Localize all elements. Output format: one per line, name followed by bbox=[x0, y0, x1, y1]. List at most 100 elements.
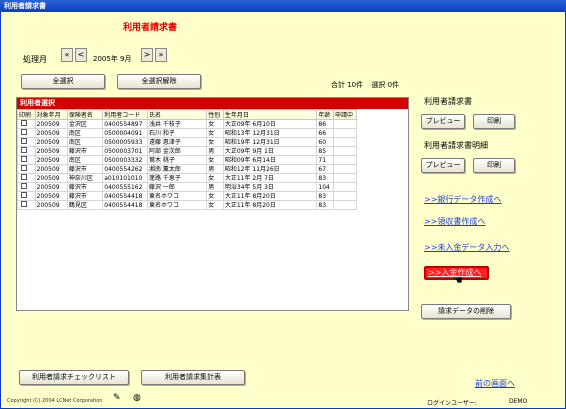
prev-month-button[interactable]: < bbox=[75, 48, 87, 62]
form-client-area: 利用者請求書 処理月 « < 2005年 9月 > » 全選択 全選択解除 合計… bbox=[0, 12, 566, 409]
cell-user-code: 0500005933 bbox=[102, 137, 148, 147]
cell-age: 104 bbox=[316, 182, 335, 192]
cell-birthdate: 大正09年 6月10日 bbox=[222, 119, 318, 129]
cell-name: 湘南 薫太郎 bbox=[146, 164, 208, 174]
print-checkbox[interactable] bbox=[21, 192, 27, 198]
print-checkbox[interactable] bbox=[21, 147, 27, 153]
print-checkbox[interactable] bbox=[21, 120, 27, 126]
table-row[interactable]: 200509 神奈川区 a010101010 蓬路 千恵子女大正11年 2月 7日 83 bbox=[17, 173, 357, 183]
col-header-pending: 申請中 bbox=[333, 109, 357, 120]
table-row[interactable]: 200509 南区 0500004091 石川 和子女昭和13年 12月31日 66 bbox=[17, 128, 357, 138]
cell-insurer: 神奈川区 bbox=[66, 173, 104, 183]
processing-month-label: 処理月 bbox=[23, 55, 47, 64]
cell-print[interactable] bbox=[17, 155, 36, 165]
table-row[interactable]: 200509 鶴見区 0400554418 東名ホワコ女大正11年 8月20日 83 bbox=[17, 200, 357, 210]
cell-print[interactable] bbox=[17, 173, 36, 183]
cell-age: 85 bbox=[316, 146, 335, 156]
cell-period: 200509 bbox=[34, 164, 68, 174]
cell-sex: 女 bbox=[206, 191, 224, 201]
cell-birthdate: 昭和09年 6月14日 bbox=[222, 155, 318, 165]
delete-billing-data-button[interactable]: 請求データの削除 bbox=[421, 304, 511, 319]
back-link[interactable]: 前の画面へ bbox=[475, 378, 515, 389]
table-row[interactable]: 200509 藤沢市 0400554418 東名ホワコ女大正11年 8月20日 83 bbox=[17, 191, 357, 201]
cell-sex: 女 bbox=[206, 173, 224, 183]
select-all-button[interactable]: 全選択 bbox=[21, 74, 105, 89]
cell-print[interactable] bbox=[17, 164, 36, 174]
print-checkbox[interactable] bbox=[21, 174, 27, 180]
print-checkbox[interactable] bbox=[21, 156, 27, 162]
print-checkbox[interactable] bbox=[21, 138, 27, 144]
cell-insurer: 藤沢市 bbox=[66, 191, 104, 201]
receipt-link[interactable]: >>領収書作成へ bbox=[424, 216, 485, 227]
invoice-print-button[interactable]: 印刷 bbox=[473, 114, 515, 129]
summary-table-button[interactable]: 利用者請求集計表 bbox=[141, 370, 245, 385]
cell-print[interactable] bbox=[17, 191, 36, 201]
table-header-row: 印刷 対象年月 保険者名 利用者コード 氏名 性別 生年月日 年齢 申請中 bbox=[17, 109, 357, 120]
hand-cursor-icon: ☚ bbox=[453, 274, 463, 287]
cell-user-code: 0500004091 bbox=[102, 128, 148, 138]
detail-preview-button[interactable]: プレビュー bbox=[421, 158, 465, 173]
cell-insurer: 南区 bbox=[66, 137, 104, 147]
cell-pending bbox=[333, 182, 357, 192]
unpaid-entry-link[interactable]: >>未入金データ入力へ bbox=[424, 242, 509, 253]
invoice-preview-button[interactable]: プレビュー bbox=[421, 114, 465, 129]
table-row[interactable]: 200509 藤沢市 0400554262 湘南 薫太郎男昭和12年 11月26日 67 bbox=[17, 164, 357, 174]
cell-print[interactable] bbox=[17, 137, 36, 147]
cell-user-code: 0400554262 bbox=[102, 164, 148, 174]
cell-period: 200509 bbox=[34, 155, 68, 165]
cell-pending bbox=[333, 137, 357, 147]
login-user-label: ログインユーザー: bbox=[427, 400, 477, 407]
cell-insurer: 鶴見区 bbox=[66, 200, 104, 210]
cell-age: 67 bbox=[316, 164, 335, 174]
print-checkbox[interactable] bbox=[21, 129, 27, 135]
print-checkbox[interactable] bbox=[21, 201, 27, 207]
cell-period: 200509 bbox=[34, 146, 68, 156]
cell-user-code: 0400554897 bbox=[102, 119, 148, 129]
table-row[interactable]: 200509 金沢区 0400554897 浅井 千枝子女大正09年 6月10日 86 bbox=[17, 119, 357, 129]
col-header-insurer: 保険者名 bbox=[66, 109, 104, 120]
cell-pending bbox=[333, 173, 357, 183]
selection-summary: 合計 10件 選択 0件 bbox=[331, 80, 399, 90]
cell-name: 蓬路 千恵子 bbox=[146, 173, 208, 183]
next-month-button[interactable]: > bbox=[141, 48, 153, 62]
cell-name: 遠藤 惠津子 bbox=[146, 137, 208, 147]
cell-birthdate: 大正11年 8月20日 bbox=[222, 200, 318, 210]
cell-pending bbox=[333, 191, 357, 201]
cell-pending bbox=[333, 119, 357, 129]
cell-sex: 女 bbox=[206, 119, 224, 129]
table-row[interactable]: 200509 南区 0500003332 鷲木 桃子女昭和09年 6月14日 71 bbox=[17, 155, 357, 165]
detail-print-button[interactable]: 印刷 bbox=[473, 158, 515, 173]
cell-print[interactable] bbox=[17, 128, 36, 138]
cell-pending bbox=[333, 128, 357, 138]
cell-insurer: 金沢区 bbox=[66, 119, 104, 129]
cell-sex: 女 bbox=[206, 128, 224, 138]
cell-name: 鷲木 桃子 bbox=[146, 155, 208, 165]
print-checkbox[interactable] bbox=[21, 183, 27, 189]
processing-month-value: 2005年 9月 bbox=[93, 55, 132, 63]
copyright-text: Copyright (C) 2004 LCNet Corporation bbox=[7, 398, 103, 404]
cell-pending bbox=[333, 200, 357, 210]
grid-title: 利用者選択 bbox=[17, 98, 408, 109]
cell-sex: 男 bbox=[206, 146, 224, 156]
cell-print[interactable] bbox=[17, 200, 36, 210]
deselect-all-button[interactable]: 全選択解除 bbox=[117, 74, 201, 89]
cell-print[interactable] bbox=[17, 119, 36, 129]
cell-period: 200509 bbox=[34, 191, 68, 201]
table-row[interactable]: 200509 藤沢市 0400555162 藤沢 一郎男明治34年 5月 3日 104 bbox=[17, 182, 357, 192]
total-count: 合計 10件 bbox=[331, 81, 364, 89]
col-header-name: 氏名 bbox=[146, 109, 208, 120]
cell-age: 83 bbox=[316, 173, 335, 183]
print-checkbox[interactable] bbox=[21, 165, 27, 171]
first-month-button[interactable]: « bbox=[61, 48, 73, 62]
cell-period: 200509 bbox=[34, 128, 68, 138]
cell-birthdate: 大正09年 9月 1日 bbox=[222, 146, 318, 156]
cell-birthdate: 昭和13年 12月31日 bbox=[222, 128, 318, 138]
checklist-button[interactable]: 利用者請求チェックリスト bbox=[19, 370, 129, 385]
invoice-section-label: 利用者請求書 bbox=[424, 97, 472, 106]
table-row[interactable]: 200509 南区 0500005933 遠藤 惠津子女昭和19年 12月31日 60 bbox=[17, 137, 357, 147]
last-month-button[interactable]: » bbox=[155, 48, 167, 62]
cell-print[interactable] bbox=[17, 146, 36, 156]
table-row[interactable]: 200509 藤沢市 0500003701 阿部 金次郎男大正09年 9月 1日 85 bbox=[17, 146, 357, 156]
cell-print[interactable] bbox=[17, 182, 36, 192]
bank-data-link[interactable]: >>銀行データ作成へ bbox=[424, 194, 501, 205]
